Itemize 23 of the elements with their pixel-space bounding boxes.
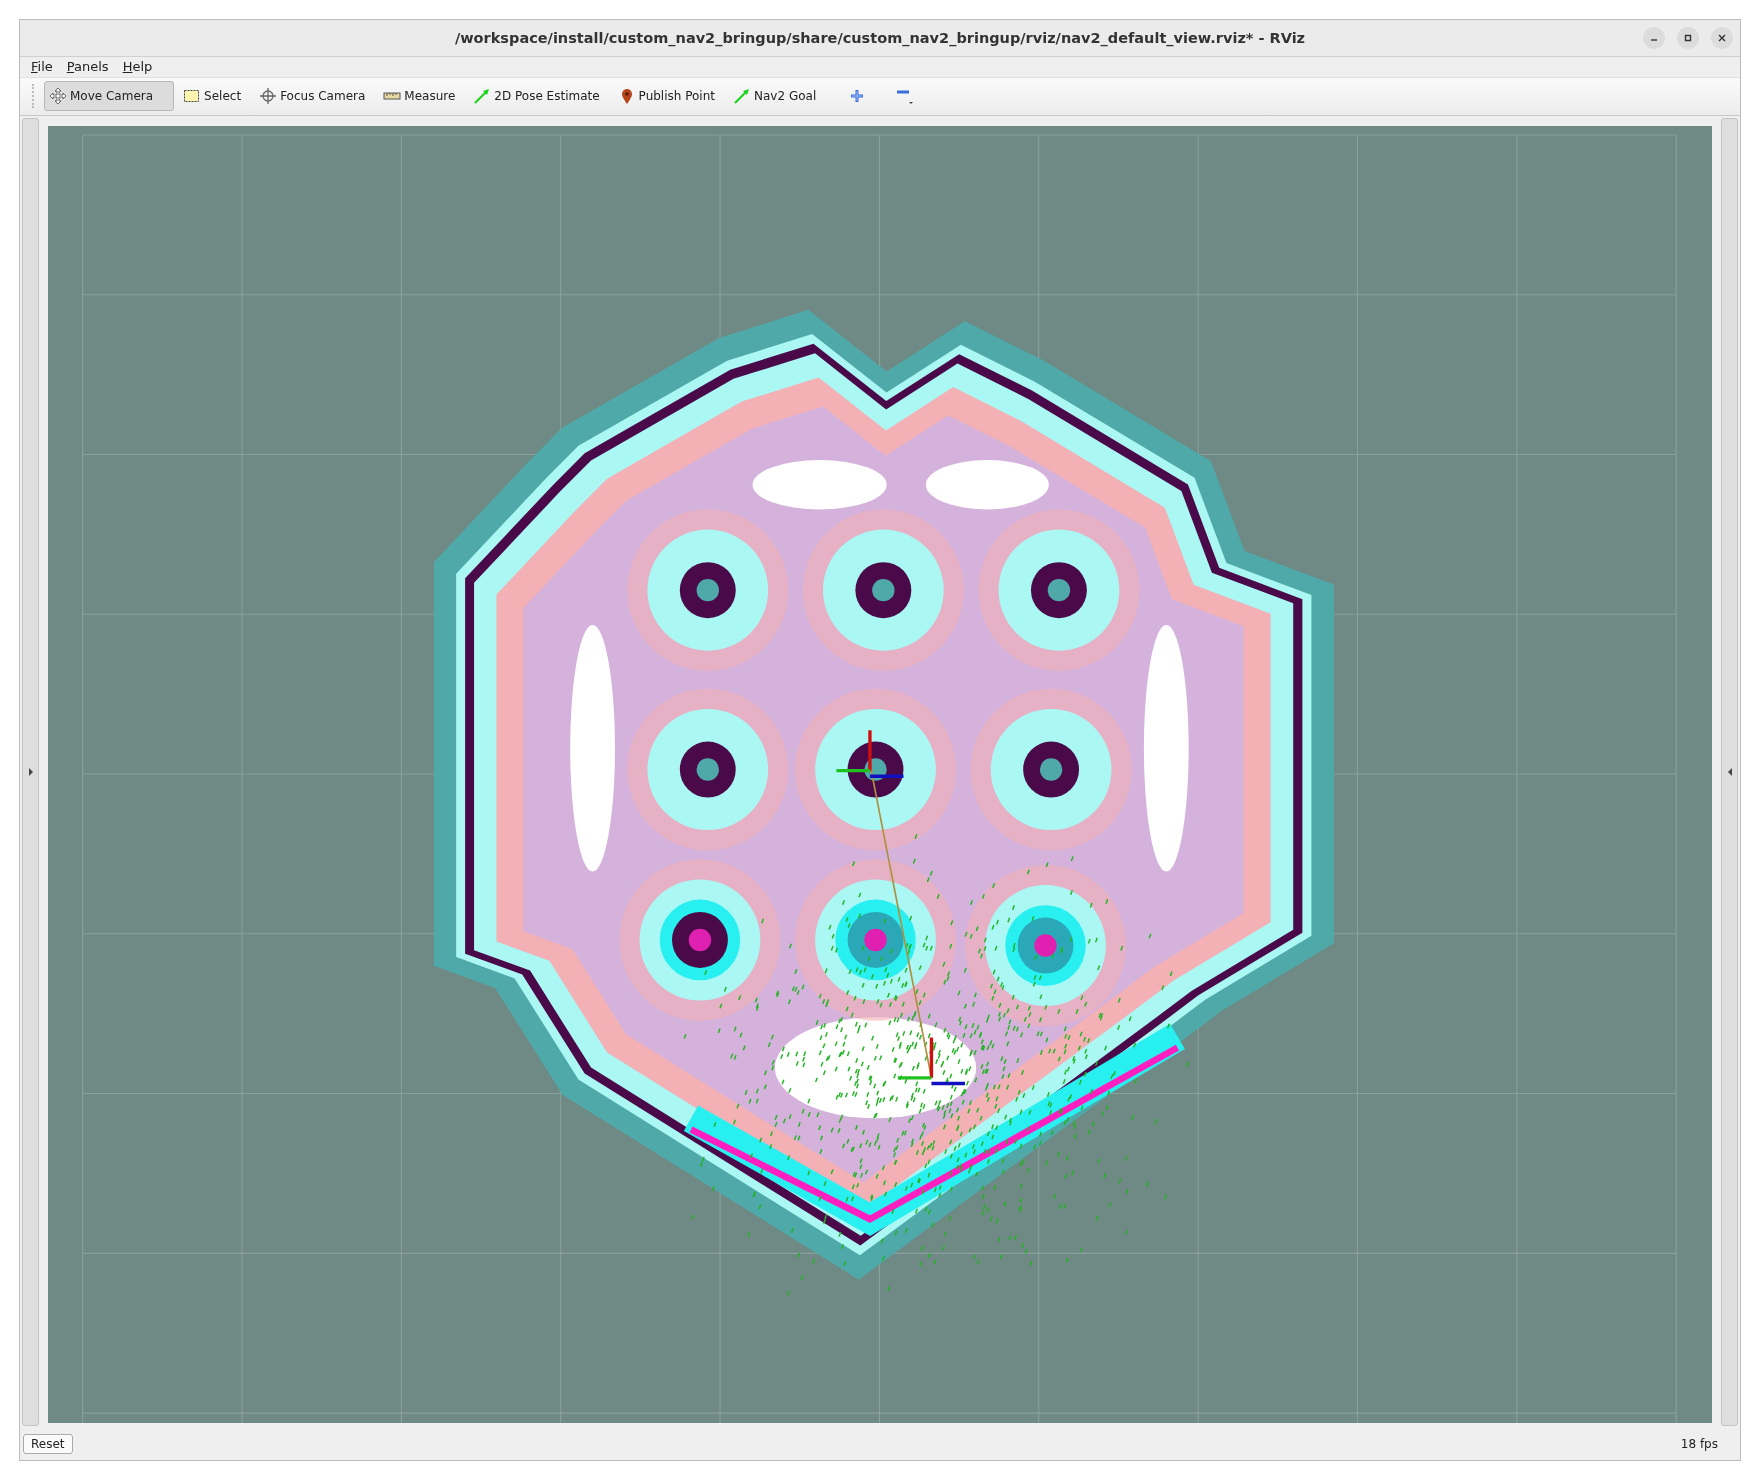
window-title: /workspace/install/custom_nav2_bringup/share/custom_nav2_bringup/rviz/nav2_default_view.rviz* - RViz (454, 29, 1306, 46)
dock-collapse-handle[interactable] (22, 117, 39, 1427)
menu-item[interactable]: Panels (61, 59, 114, 75)
arrow-icon (733, 87, 751, 106)
reset-button[interactable]: Reset (23, 1434, 73, 1454)
toolbar-tool[interactable]: Select (178, 81, 251, 112)
close-icon[interactable] (1710, 26, 1734, 50)
maximize-icon[interactable] (1676, 26, 1700, 50)
toolbar-tool[interactable]: Nav2 Goal (728, 81, 826, 112)
fps-counter: 18 fps (1680, 1437, 1718, 1451)
toolbar-tool[interactable]: 2D Pose Estimate (468, 81, 609, 112)
menu-item[interactable]: File (26, 59, 58, 75)
toolbar-tool[interactable]: Focus Camera (254, 81, 375, 112)
arrow-icon (473, 87, 492, 106)
menu-item[interactable]: Help (117, 59, 158, 75)
toolbar-tool[interactable]: Measure (378, 81, 465, 112)
dock-collapse-handle[interactable] (1721, 117, 1738, 1427)
plus-icon[interactable] (849, 88, 866, 105)
toolbar-tool[interactable]: Move Camera (44, 81, 175, 112)
crosshair-icon (259, 87, 278, 106)
toolbar-tool[interactable]: Publish Point (612, 81, 724, 112)
move-arrows-icon (49, 87, 67, 106)
viewport-background[interactable] (48, 125, 1712, 1424)
